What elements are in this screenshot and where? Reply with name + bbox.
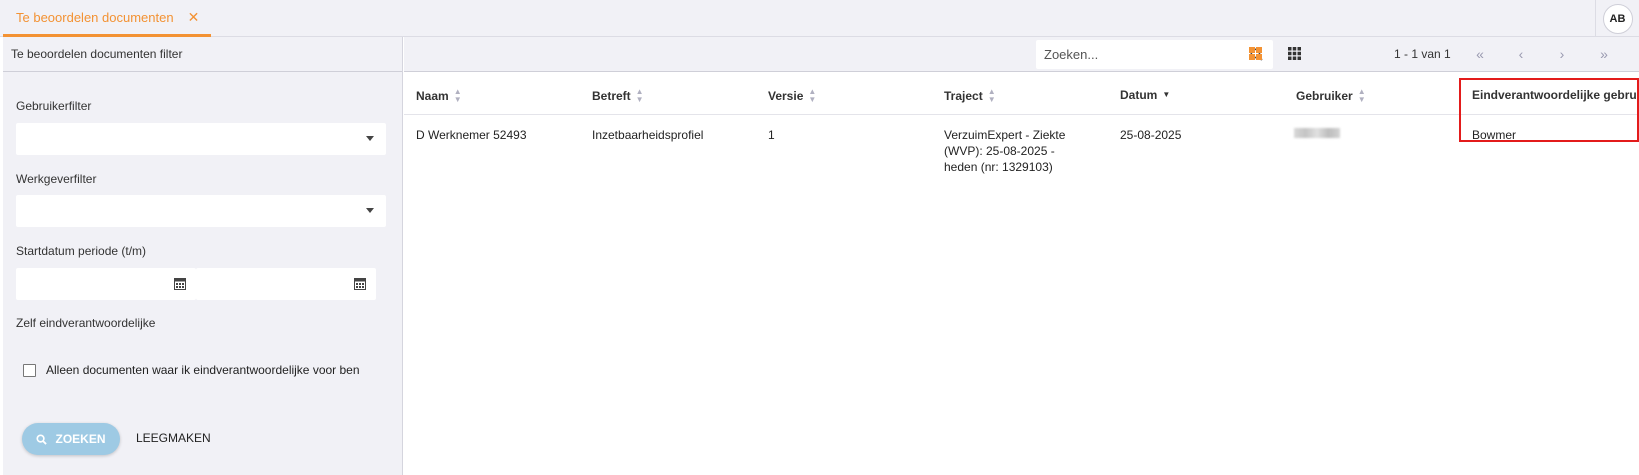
pager-status: 1 - 1 van 1 bbox=[1394, 47, 1451, 61]
calendar-icon[interactable] bbox=[174, 277, 186, 290]
documents-table: Naam ▲ ▼ Betreft ▲ ▼ Versie ▲ ▼ Traject ▲ ▼ Datu… bbox=[404, 72, 1639, 475]
chevron-down-icon bbox=[366, 136, 374, 141]
start-date-to-input[interactable] bbox=[196, 268, 376, 300]
user-filter-select[interactable] bbox=[16, 123, 386, 155]
employer-filter-label: Werkgeverfilter bbox=[16, 172, 97, 186]
cell-naam: D Werknemer 52493 bbox=[416, 128, 527, 142]
clear-button[interactable]: LEEGMAKEN bbox=[136, 431, 211, 445]
column-header-naam[interactable]: Naam ▲ ▼ bbox=[416, 88, 462, 104]
filter-panel: Te beoordelen documenten filter Gebruike… bbox=[3, 37, 403, 475]
column-header-datum[interactable]: Datum ▼ bbox=[1120, 88, 1170, 102]
user-menu: AB bbox=[1595, 0, 1639, 37]
highlight-annotation bbox=[1459, 78, 1639, 142]
start-date-from-input[interactable] bbox=[16, 268, 196, 300]
start-date-label: Startdatum periode (t/m) bbox=[16, 244, 147, 258]
cell-versie: 1 bbox=[768, 128, 775, 142]
search-icon bbox=[36, 433, 48, 445]
avatar[interactable]: AB bbox=[1602, 3, 1633, 34]
search-button[interactable]: ZOEKEN bbox=[22, 423, 120, 455]
tab-te-beoordelen-documenten[interactable]: Te beoordelen documenten ✕ bbox=[3, 0, 211, 37]
last-page-icon[interactable]: » bbox=[1594, 44, 1614, 64]
filter-panel-title: Te beoordelen documenten filter bbox=[3, 37, 402, 72]
employer-filter-select[interactable] bbox=[16, 195, 386, 227]
cell-gebruiker-redacted bbox=[1294, 128, 1340, 138]
column-header-gebruiker[interactable]: Gebruiker ▲ ▼ bbox=[1296, 88, 1366, 104]
small-grid-view-icon[interactable] bbox=[1288, 47, 1301, 60]
top-tab-bar: Te beoordelen documenten ✕ AB bbox=[0, 0, 1639, 37]
cell-datum: 25-08-2025 bbox=[1120, 128, 1182, 142]
chevron-down-icon bbox=[366, 208, 374, 213]
user-filter-label: Gebruikerfilter bbox=[16, 99, 92, 113]
sort-descending-icon: ▼ bbox=[1162, 90, 1171, 99]
search-field[interactable] bbox=[1036, 40, 1273, 69]
next-page-icon[interactable]: › bbox=[1552, 44, 1572, 64]
table-header: Naam ▲ ▼ Betreft ▲ ▼ Versie ▲ ▼ Traject ▲ ▼ Datu… bbox=[404, 72, 1639, 115]
responsible-only-checkbox[interactable] bbox=[23, 364, 36, 377]
column-header-traject[interactable]: Traject ▲ ▼ bbox=[944, 88, 996, 104]
calendar-icon[interactable] bbox=[354, 277, 366, 290]
cell-traject: VerzuimExpert - Ziekte (WVP): 25-08-2025… bbox=[944, 128, 1066, 174]
first-page-icon[interactable]: « bbox=[1470, 44, 1490, 64]
large-grid-view-icon[interactable] bbox=[1249, 47, 1262, 60]
tab-label: Te beoordelen documenten bbox=[16, 9, 174, 25]
sort-icon: ▲ ▼ bbox=[1357, 87, 1366, 104]
cell-betreft: Inzetbaarheidsprofiel bbox=[592, 128, 704, 142]
column-header-betreft[interactable]: Betreft ▲ ▼ bbox=[592, 88, 644, 104]
self-responsible-label: Zelf eindverantwoordelijke bbox=[16, 316, 156, 330]
sort-icon: ▲ ▼ bbox=[987, 87, 996, 104]
column-header-versie[interactable]: Versie ▲ ▼ bbox=[768, 88, 816, 104]
grid-toolbar: 1 - 1 van 1 « ‹ › » bbox=[404, 37, 1639, 72]
responsible-only-checkbox-label[interactable]: Alleen documenten waar ik eindverantwoor… bbox=[46, 363, 386, 377]
sort-icon: ▲ ▼ bbox=[453, 87, 462, 104]
search-input[interactable] bbox=[1036, 40, 1236, 69]
previous-page-icon[interactable]: ‹ bbox=[1511, 44, 1531, 64]
search-button-label: ZOEKEN bbox=[55, 432, 106, 446]
sort-icon: ▲ ▼ bbox=[808, 87, 817, 104]
close-icon[interactable]: ✕ bbox=[188, 9, 200, 26]
sort-icon: ▲ ▼ bbox=[635, 87, 644, 104]
